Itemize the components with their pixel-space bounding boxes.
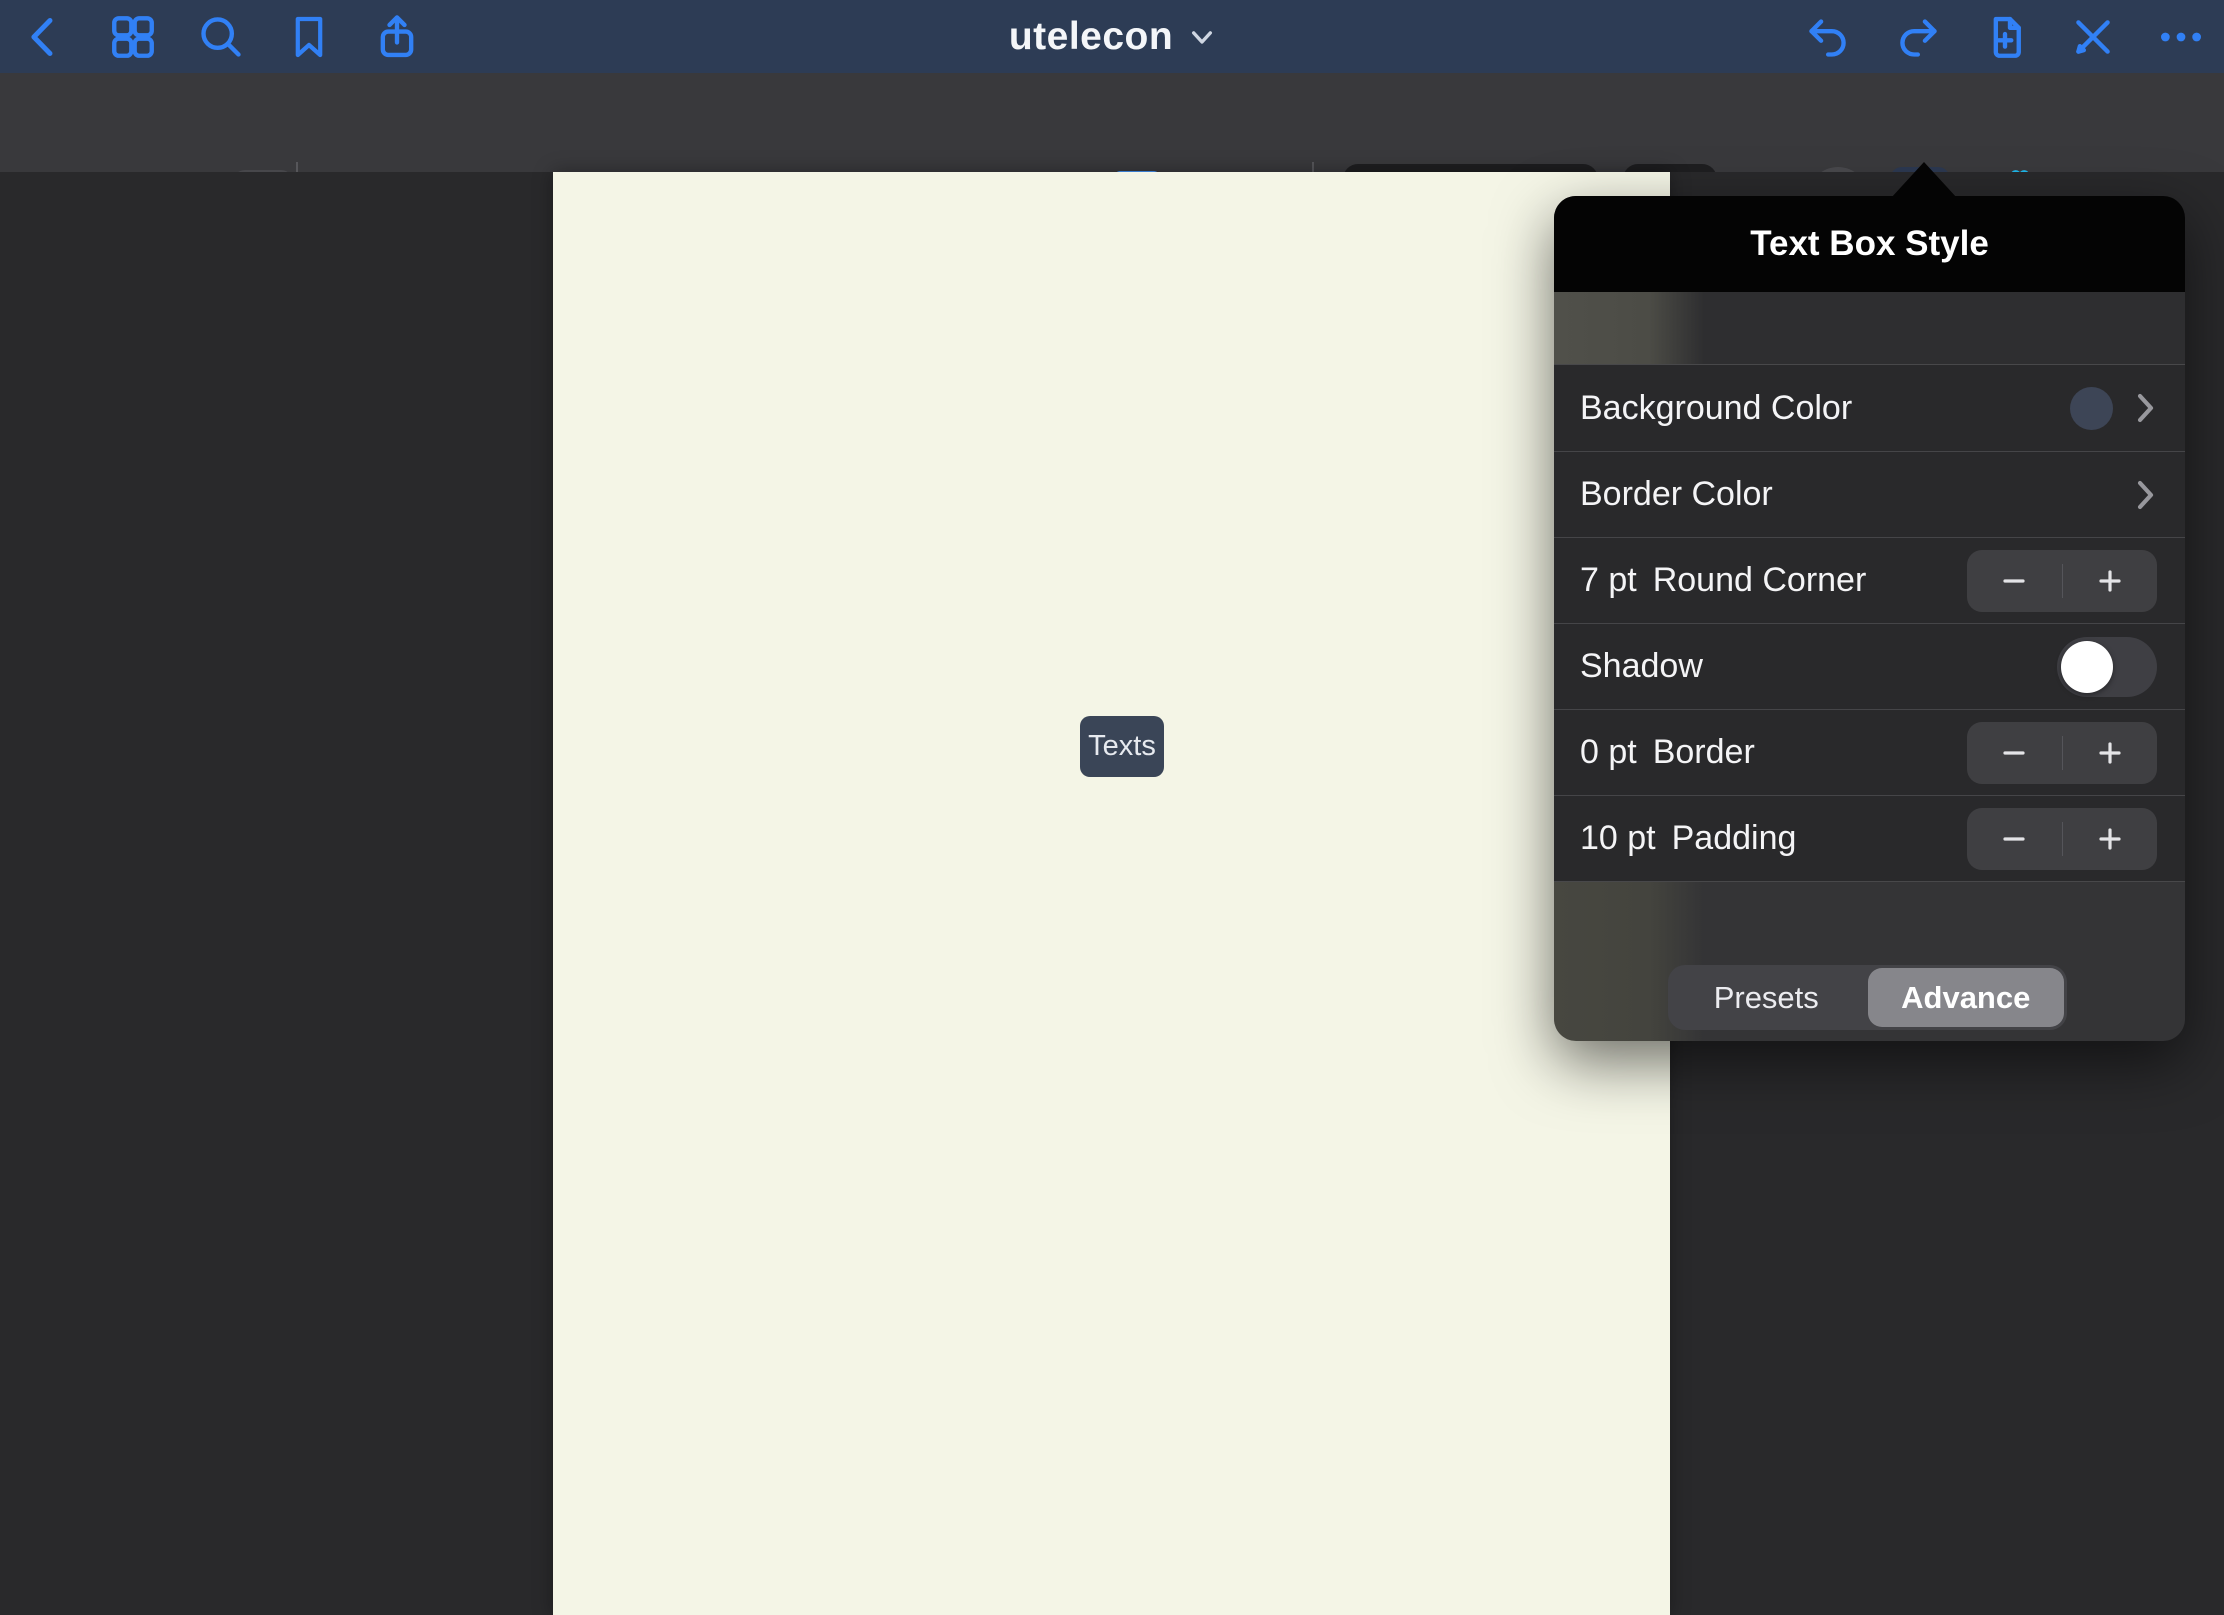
- padding-value: 10 pt: [1580, 819, 1656, 858]
- popover-header: Text Box Style: [1554, 196, 2185, 292]
- popover-arrow: [1891, 162, 1957, 198]
- round-corner-stepper: [1967, 550, 2157, 612]
- search-button[interactable]: [194, 10, 248, 64]
- toggle-knob: [2061, 641, 2113, 693]
- text-box-content: Texts: [1088, 730, 1156, 763]
- redo-button[interactable]: [1890, 10, 1944, 64]
- presets-tab[interactable]: Presets: [1668, 965, 1865, 1030]
- pencil-x-icon: [2068, 12, 2118, 62]
- round-corner-minus-button[interactable]: [1967, 550, 2062, 612]
- minus-icon: [2001, 826, 2027, 852]
- chevron-right-icon: [2135, 390, 2157, 426]
- add-page-button[interactable]: [1978, 10, 2032, 64]
- background-color-label: Background Color: [1580, 389, 1852, 428]
- back-button[interactable]: [18, 10, 72, 64]
- popover-top-strip: [1554, 292, 2185, 364]
- background-color-swatch: [2070, 387, 2113, 430]
- border-width-label: Border: [1653, 733, 1755, 772]
- advance-tab[interactable]: Advance: [1868, 968, 2065, 1027]
- padding-row: 10 pt Padding: [1554, 795, 2185, 881]
- undo-button[interactable]: [1802, 10, 1856, 64]
- chevron-right-icon: [2135, 477, 2157, 513]
- shadow-label: Shadow: [1580, 647, 1703, 686]
- undo-icon: [1804, 12, 1854, 62]
- grid-icon: [108, 12, 158, 62]
- note-page[interactable]: [553, 172, 1670, 1615]
- chevron-down-icon: [1189, 27, 1215, 47]
- minus-icon: [2001, 740, 2027, 766]
- minus-icon: [2001, 568, 2027, 594]
- border-minus-button[interactable]: [1967, 722, 2062, 784]
- toolbar: T HiraginoSans-... 16: [0, 73, 2224, 172]
- round-corner-label: Round Corner: [1653, 561, 1867, 600]
- style-options-list: Background Color Border Color 7 pt Round…: [1554, 364, 2185, 882]
- popover-footer: Presets Advance: [1554, 882, 2185, 1041]
- plus-icon: [2097, 568, 2123, 594]
- padding-stepper: [1967, 808, 2157, 870]
- background-color-row[interactable]: Background Color: [1554, 365, 2185, 451]
- navbar-right-group: [1802, 0, 2208, 73]
- border-plus-button[interactable]: [2063, 722, 2158, 784]
- add-page-icon: [1980, 11, 2030, 63]
- border-color-row[interactable]: Border Color: [1554, 451, 2185, 537]
- border-color-label: Border Color: [1580, 475, 1773, 514]
- bookmark-button[interactable]: [282, 10, 336, 64]
- padding-plus-button[interactable]: [2063, 808, 2158, 870]
- redo-icon: [1892, 12, 1942, 62]
- search-icon: [196, 12, 246, 62]
- navbar-left-group: [18, 0, 424, 73]
- chevron-left-icon: [22, 12, 68, 62]
- text-box-object[interactable]: Texts: [1080, 716, 1164, 777]
- border-width-value: 0 pt: [1580, 733, 1637, 772]
- thumbnails-button[interactable]: [106, 10, 160, 64]
- more-options-button[interactable]: [2154, 10, 2208, 64]
- round-corner-row: 7 pt Round Corner: [1554, 537, 2185, 623]
- border-width-stepper: [1967, 722, 2157, 784]
- app-screen: utelecon: [0, 0, 2224, 1615]
- popover-title: Text Box Style: [1750, 224, 1989, 264]
- exit-edit-button[interactable]: [2066, 10, 2120, 64]
- bookmark-icon: [285, 12, 333, 62]
- padding-label: Padding: [1672, 819, 1797, 858]
- border-width-row: 0 pt Border: [1554, 709, 2185, 795]
- text-box-style-popover: Text Box Style Background Color Border C…: [1554, 196, 2185, 1040]
- document-title-label: utelecon: [1009, 15, 1173, 59]
- navbar: utelecon: [0, 0, 2224, 73]
- shadow-toggle[interactable]: [2057, 637, 2157, 697]
- plus-icon: [2097, 740, 2123, 766]
- round-corner-value: 7 pt: [1580, 561, 1637, 600]
- share-button[interactable]: [370, 10, 424, 64]
- ellipsis-icon: [2155, 12, 2207, 62]
- shadow-row: Shadow: [1554, 623, 2185, 709]
- padding-minus-button[interactable]: [1967, 808, 2062, 870]
- round-corner-plus-button[interactable]: [2063, 550, 2158, 612]
- plus-icon: [2097, 826, 2123, 852]
- share-icon: [372, 11, 422, 63]
- presets-advance-segmented-control: Presets Advance: [1668, 965, 2067, 1030]
